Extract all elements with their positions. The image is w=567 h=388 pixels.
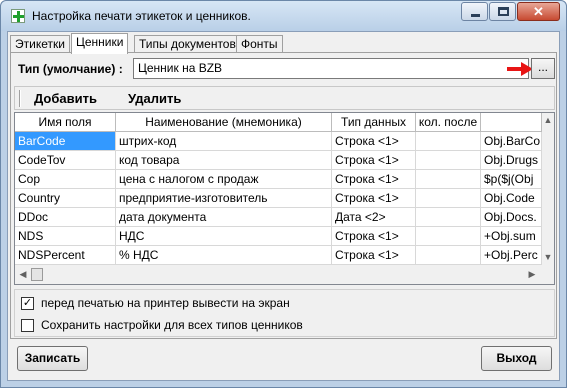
cell-mnemonic[interactable]: дата документа bbox=[116, 208, 332, 227]
window: Настройка печати этикеток и ценников. ✕ … bbox=[0, 0, 567, 388]
close-icon: ✕ bbox=[533, 4, 544, 19]
toolbar: Добавить Удалить bbox=[14, 86, 555, 110]
cell-data-type[interactable]: Строка <1> bbox=[332, 227, 416, 246]
cell-field-name[interactable]: NDS bbox=[15, 227, 116, 246]
delete-button[interactable]: Удалить bbox=[122, 89, 187, 108]
save-for-all-types-checkbox[interactable] bbox=[21, 319, 34, 332]
window-title: Настройка печати этикеток и ценников. bbox=[32, 9, 251, 23]
cell-field-name[interactable]: DDoc bbox=[15, 208, 116, 227]
browse-button[interactable]: ... bbox=[531, 58, 555, 79]
default-type-label: Тип (умолчание) : bbox=[18, 62, 123, 76]
cell-field-name[interactable]: NDSPercent bbox=[15, 246, 116, 265]
cell-expression[interactable]: Obj.Drugs bbox=[481, 151, 542, 170]
cell-mnemonic[interactable]: штрих-код bbox=[116, 132, 332, 151]
cell-mnemonic[interactable]: цена с налогом с продаж bbox=[116, 170, 332, 189]
minimize-button[interactable] bbox=[461, 2, 488, 21]
scroll-thumb[interactable] bbox=[31, 268, 43, 281]
fields-table[interactable]: Имя поля Наименование (мнемоника) Тип да… bbox=[14, 112, 555, 285]
red-arrow-icon bbox=[507, 62, 533, 76]
cell-data-type[interactable]: Дата <2> bbox=[332, 208, 416, 227]
exit-button[interactable]: Выход bbox=[481, 346, 552, 371]
cell-data-type[interactable]: Строка <1> bbox=[332, 170, 416, 189]
options-group: ✓ перед печатью на принтер вывести на эк… bbox=[14, 289, 555, 337]
column-header-data-type[interactable]: Тип данных bbox=[332, 113, 416, 132]
vertical-scrollbar[interactable]: ▲ ▼ bbox=[542, 113, 554, 265]
column-header-expression[interactable] bbox=[481, 113, 542, 132]
title-bar[interactable]: Настройка печати этикеток и ценников. ✕ bbox=[1, 1, 566, 31]
maximize-button[interactable] bbox=[489, 2, 516, 21]
toolbar-separator bbox=[19, 90, 21, 107]
cell-decimals[interactable] bbox=[416, 227, 481, 246]
minimize-icon bbox=[471, 14, 480, 17]
column-header-field-name[interactable]: Имя поля bbox=[15, 113, 116, 132]
green-cross-icon bbox=[11, 9, 25, 23]
cell-field-name[interactable]: Cop bbox=[15, 170, 116, 189]
cell-expression[interactable]: +Obj.sum bbox=[481, 227, 542, 246]
cell-expression[interactable]: $p($j(Obj bbox=[481, 170, 542, 189]
cell-expression[interactable]: Obj.BarCo bbox=[481, 132, 542, 151]
cell-mnemonic[interactable]: НДС bbox=[116, 227, 332, 246]
cell-expression[interactable]: Obj.Code bbox=[481, 189, 542, 208]
cell-data-type[interactable]: Строка <1> bbox=[332, 246, 416, 265]
cell-field-name[interactable]: BarCode bbox=[15, 132, 116, 151]
cell-decimals[interactable] bbox=[416, 132, 481, 151]
add-button[interactable]: Добавить bbox=[28, 89, 103, 108]
save-for-all-types-label[interactable]: Сохранить настройки для всех типов ценни… bbox=[41, 317, 303, 333]
cell-data-type[interactable]: Строка <1> bbox=[332, 189, 416, 208]
cell-data-type[interactable]: Строка <1> bbox=[332, 151, 416, 170]
tab-document-types[interactable]: Типы документов bbox=[134, 35, 241, 53]
cell-mnemonic[interactable]: код товара bbox=[116, 151, 332, 170]
cell-decimals[interactable] bbox=[416, 246, 481, 265]
cell-expression[interactable]: +Obj.Perc bbox=[481, 246, 542, 265]
tab-panel: Тип (умолчание) : Ценник на BZB ... Доба… bbox=[10, 52, 557, 339]
scroll-left-icon[interactable]: ◀ bbox=[18, 269, 28, 280]
cell-expression[interactable]: Obj.Docs. bbox=[481, 208, 542, 227]
cell-data-type[interactable]: Строка <1> bbox=[332, 132, 416, 151]
cell-decimals[interactable] bbox=[416, 151, 481, 170]
dialog-body: Этикетки Ценники Типы документов Фонты Т… bbox=[7, 31, 560, 381]
scroll-down-icon[interactable]: ▼ bbox=[542, 252, 554, 262]
tab-price-tags[interactable]: Ценники bbox=[71, 33, 129, 54]
cell-mnemonic[interactable]: предприятие-изготовитель bbox=[116, 189, 332, 208]
column-header-mnemonic[interactable]: Наименование (мнемоника) bbox=[116, 113, 332, 132]
column-header-decimals[interactable]: кол. после bbox=[416, 113, 481, 132]
maximize-icon bbox=[498, 7, 509, 16]
cell-mnemonic[interactable]: % НДС bbox=[116, 246, 332, 265]
cell-decimals[interactable] bbox=[416, 170, 481, 189]
tab-fonts[interactable]: Фонты bbox=[236, 35, 283, 53]
preview-before-print-label[interactable]: перед печатью на принтер вывести на экра… bbox=[41, 295, 290, 311]
cell-field-name[interactable]: Country bbox=[15, 189, 116, 208]
cell-field-name[interactable]: CodeTov bbox=[15, 151, 116, 170]
preview-before-print-checkbox[interactable]: ✓ bbox=[21, 297, 34, 310]
scrollbar-corner bbox=[542, 265, 554, 284]
cell-decimals[interactable] bbox=[416, 189, 481, 208]
close-button[interactable]: ✕ bbox=[517, 2, 560, 21]
default-type-field[interactable]: Ценник на BZB bbox=[133, 58, 529, 79]
save-button[interactable]: Записать bbox=[17, 346, 88, 371]
horizontal-scrollbar[interactable]: ◀ ▶ bbox=[15, 265, 542, 284]
scroll-up-icon[interactable]: ▲ bbox=[542, 115, 554, 125]
cell-decimals[interactable] bbox=[416, 208, 481, 227]
scroll-right-icon[interactable]: ▶ bbox=[527, 269, 537, 280]
tab-labels[interactable]: Этикетки bbox=[10, 35, 70, 53]
